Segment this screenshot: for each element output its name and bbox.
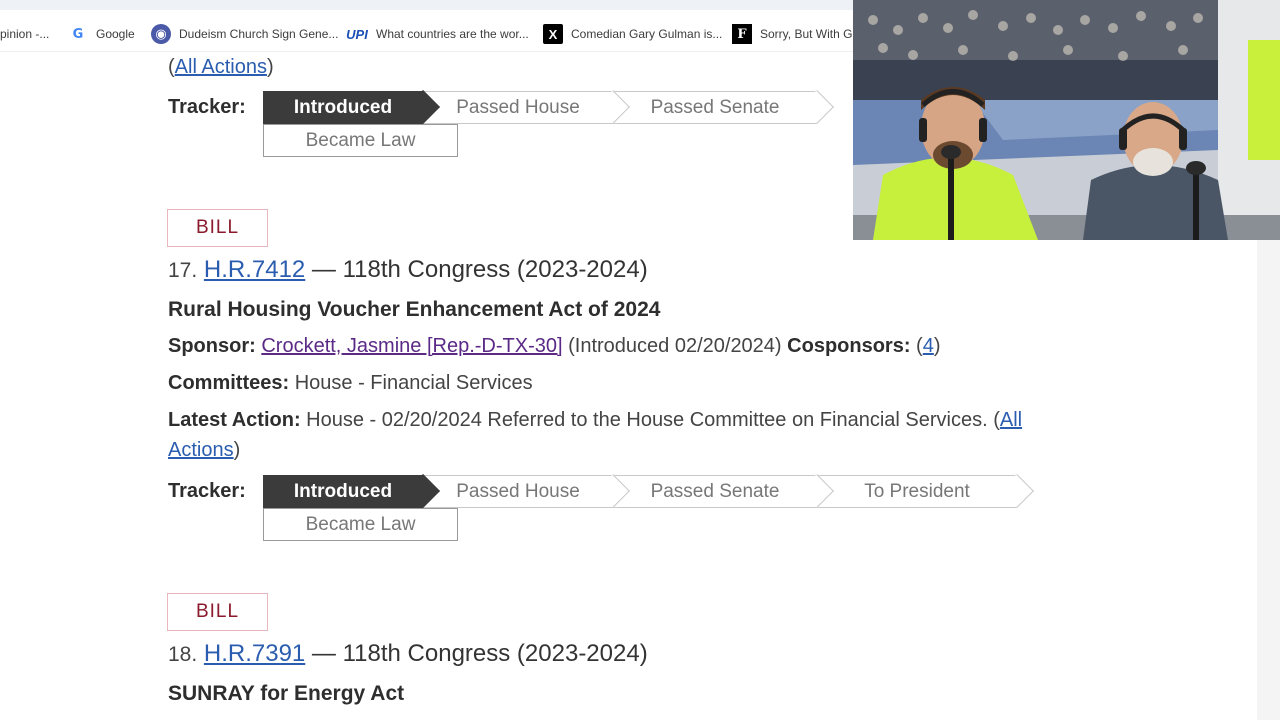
latest-action-text: House - 02/20/2024 Referred to the House… xyxy=(300,409,1000,431)
bookmark-label: Comedian Gary Gulman is... xyxy=(571,27,723,41)
tracker-steps: Introduced Passed House Passed Senate To… xyxy=(263,474,1034,508)
tracker-step-passed-senate: Passed Senate xyxy=(613,474,834,508)
bookmark-label: Sorry, But With Gl xyxy=(760,27,856,41)
paren: ( xyxy=(168,56,175,78)
latest-action-row: Latest Action: House - 02/20/2024 Referr… xyxy=(168,409,1022,432)
all-actions-link[interactable]: All Actions xyxy=(175,56,267,78)
cosponsors-link[interactable]: 4 xyxy=(923,335,934,357)
tracker-label: Tracker: xyxy=(168,96,246,118)
sponsor-row: Sponsor: Crockett, Jasmine [Rep.-D-TX-30… xyxy=(168,335,941,357)
committees-row: Committees: House - Financial Services xyxy=(168,372,533,395)
f-icon: F xyxy=(732,24,752,44)
bill-id-link[interactable]: H.R.7412 xyxy=(204,256,305,283)
bookmark-dudeism[interactable]: ◉ Dudeism Church Sign Gene... xyxy=(151,22,338,46)
chevron-right-icon xyxy=(800,90,834,124)
webcam-video-frame xyxy=(853,0,1280,240)
tracker-steps: Introduced Passed House Passed Senate xyxy=(263,90,834,124)
latest-action-label: Latest Action: xyxy=(168,409,301,431)
dudeism-icon: ◉ xyxy=(151,24,171,44)
all-actions-link[interactable]: Actions xyxy=(168,439,234,461)
tracker-step-passed-house: Passed House xyxy=(423,474,630,508)
bookmark-upi[interactable]: UPI What countries are the wor... xyxy=(346,22,529,46)
congress-label: — 118th Congress (2023-2024) xyxy=(305,256,648,283)
result-number: 17. xyxy=(168,259,198,282)
paren: ) xyxy=(266,56,274,78)
bookmark-label: pinion -... xyxy=(0,27,50,41)
committees-label: Committees: xyxy=(168,372,290,394)
step-label: To President xyxy=(864,480,970,502)
sponsor-link[interactable]: Crockett, Jasmine [Rep.-D-TX-30] xyxy=(261,335,562,357)
step-label: Passed House xyxy=(456,480,580,502)
tracker-label: Tracker: xyxy=(168,480,246,502)
step-label: Passed House xyxy=(456,96,580,118)
bookmark-google[interactable]: G Google xyxy=(68,22,135,46)
bill-id-link[interactable]: H.R.7391 xyxy=(204,640,305,667)
step-label: Introduced xyxy=(293,96,393,118)
step-label: Passed Senate xyxy=(650,96,780,118)
latest-action-row-cont: Actions) xyxy=(168,439,241,461)
tracker-step-became-law: Became Law xyxy=(263,124,458,157)
bookmark-x[interactable]: X Comedian Gary Gulman is... xyxy=(543,22,722,46)
tracker-step-to-president: To President xyxy=(817,474,1034,508)
bill-badge: BILL xyxy=(167,593,268,631)
tracker-step-introduced: Introduced xyxy=(263,90,440,124)
upi-icon: UPI xyxy=(346,26,368,42)
step-label: Passed Senate xyxy=(650,480,780,502)
cosponsors-label: Cosponsors: xyxy=(787,335,911,357)
bookmark-label: What countries are the wor... xyxy=(376,27,529,41)
result-number: 18. xyxy=(168,643,198,666)
sponsor-label: Sponsor: xyxy=(168,335,256,357)
bookmark-label: Dudeism Church Sign Gene... xyxy=(179,27,339,41)
introduced-date: (Introduced 02/20/2024) xyxy=(562,335,788,357)
google-icon: G xyxy=(72,26,84,42)
step-label: Introduced xyxy=(293,480,393,502)
result-heading: 18. H.R.7391 — 118th Congress (2023-2024… xyxy=(168,640,648,668)
chevron-right-icon xyxy=(1000,474,1034,508)
bookmark-f[interactable]: F Sorry, But With Gl xyxy=(732,22,855,46)
tracker-step-passed-house: Passed House xyxy=(423,90,630,124)
x-icon: X xyxy=(543,24,563,44)
tracker-step-introduced: Introduced xyxy=(263,474,440,508)
congress-label: — 118th Congress (2023-2024) xyxy=(305,640,648,667)
bill-title: SUNRAY for Energy Act xyxy=(168,682,405,705)
all-actions-link[interactable]: All xyxy=(1000,409,1022,431)
bookmark-label: Google xyxy=(96,27,135,41)
prev-all-actions-row: (All Actions) xyxy=(168,56,274,79)
bookmark-opinion[interactable]: pinion -... xyxy=(0,22,49,46)
webcam-overlay xyxy=(853,0,1280,240)
bill-badge: BILL xyxy=(167,209,268,247)
tracker-step-became-law: Became Law xyxy=(263,508,458,541)
committees-value: House - Financial Services xyxy=(289,372,533,394)
bill-title: Rural Housing Voucher Enhancement Act of… xyxy=(168,298,661,321)
tracker-step-passed-senate: Passed Senate xyxy=(613,90,834,124)
result-heading: 17. H.R.7412 — 118th Congress (2023-2024… xyxy=(168,256,648,284)
